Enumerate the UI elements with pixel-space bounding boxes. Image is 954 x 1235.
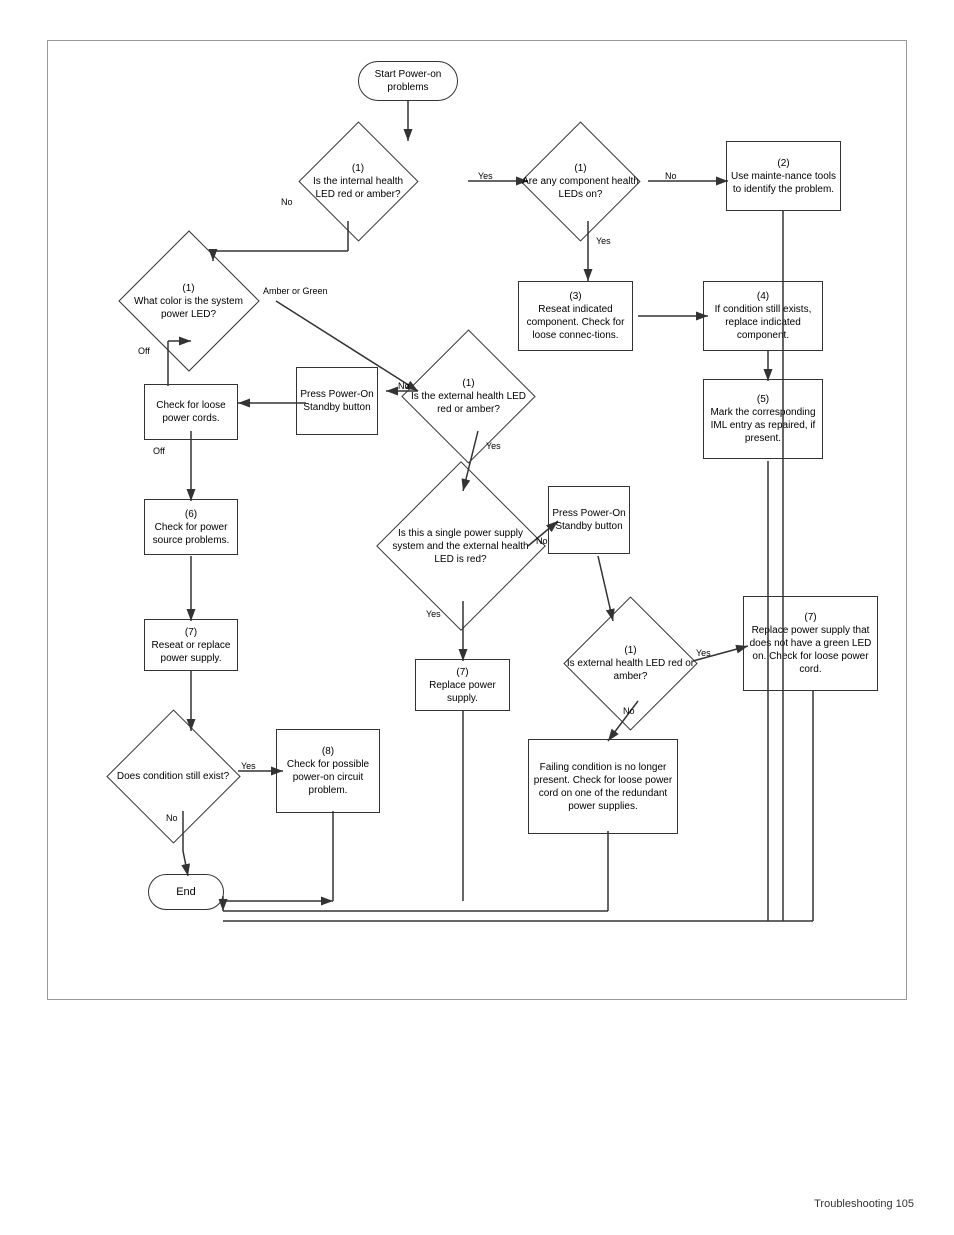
label-yes1: Yes: [478, 171, 493, 181]
q-ext2-diamond-wrapper: (1)Is external health LED red or amber?: [558, 613, 703, 713]
label-yes6: Yes: [241, 761, 256, 771]
page: Start Power-on problems (1)Is the intern…: [0, 0, 954, 1235]
label-off1: Off: [138, 346, 150, 356]
b3-node: (3)Reseat indicated component. Check for…: [518, 281, 633, 351]
b7-reseat-node: (7)Reseat or replace power supply.: [144, 619, 238, 671]
label-no6: No: [166, 813, 178, 823]
label-yes5: Yes: [696, 648, 711, 658]
label-no5: No: [623, 706, 635, 716]
page-footer: Troubleshooting 105: [814, 1198, 914, 1210]
end-node: End: [148, 874, 224, 910]
b2-node: (2)Use mainte-nance tools to identify th…: [726, 141, 841, 211]
b-check-loose-node: Check for loose power cords.: [144, 384, 238, 440]
b7-no-green-node: (7)Replace power supply that does not ha…: [743, 596, 878, 691]
q-ext1-diamond-wrapper: (1)Is the external health LED red or amb…: [396, 346, 541, 446]
q1-diamond-wrapper: (1)Is the internal health LED red or amb…: [298, 136, 418, 226]
q-single-diamond-wrapper: Is this a single power supply system and…: [378, 481, 543, 611]
b7-replace-ps-node: (7)Replace power supply.: [415, 659, 510, 711]
label-no3: No: [398, 381, 410, 391]
b-failing-node: Failing condition is no longer present. …: [528, 739, 678, 834]
label-yes4: Yes: [426, 609, 441, 619]
b5-node: (5)Mark the corresponding IML entry as r…: [703, 379, 823, 459]
b8-node: (8)Check for possible power-on circuit p…: [276, 729, 380, 813]
b6-node: (6)Check for power source problems.: [144, 499, 238, 555]
label-off2: Off: [153, 446, 165, 456]
b4-node: (4)If condition still exists, replace in…: [703, 281, 823, 351]
start-node: Start Power-on problems: [358, 61, 458, 101]
label-yes3: Yes: [486, 441, 501, 451]
q-color-diamond-wrapper: (1)What color is the system power LED?: [116, 251, 261, 351]
label-no4: No: [536, 536, 548, 546]
label-no2: No: [665, 171, 677, 181]
label-yes2: Yes: [596, 236, 611, 246]
b-press2-node: Press Power-On Standby button: [548, 486, 630, 554]
label-amber-green: Amber or Green: [263, 286, 328, 296]
flowchart: Start Power-on problems (1)Is the intern…: [47, 40, 907, 1000]
q-condition-diamond-wrapper: Does condition still exist?: [108, 726, 238, 826]
q2-diamond-wrapper: (1)Are any component health LEDs on?: [508, 136, 653, 226]
b-press1-node: Press Power-On Standby button: [296, 367, 378, 435]
label-no1: No: [281, 197, 293, 207]
